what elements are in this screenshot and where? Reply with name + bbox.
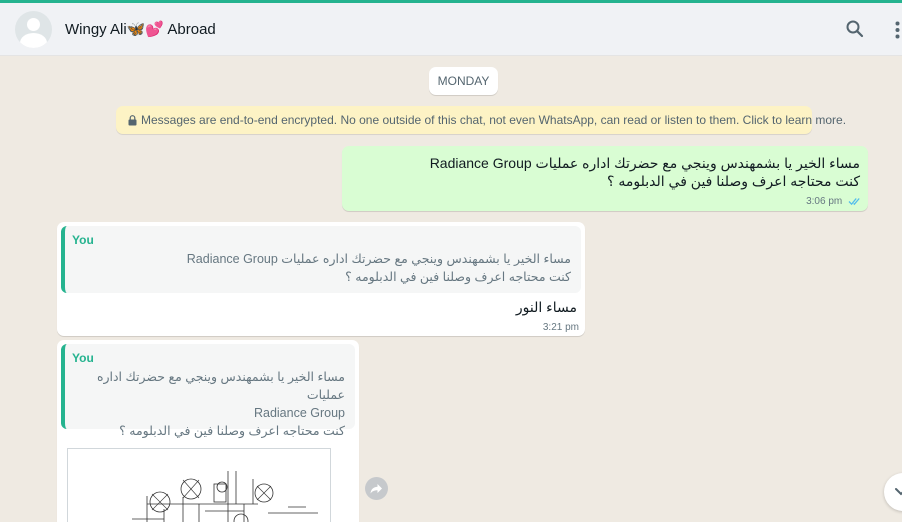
contact-name[interactable]: Wingy Ali🦋💕 Abroad (65, 20, 216, 38)
quote-text: مساء الخير يا بشمهندس وينجي مع حضرتك ادا… (96, 370, 345, 438)
message-bubble-incoming-image[interactable]: You مساء الخير يا بشمهندس وينجي مع حضرتك… (57, 340, 359, 522)
forward-arrow-icon (370, 484, 382, 494)
quote-author: You (72, 233, 94, 247)
double-check-read-icon (848, 197, 860, 206)
floor-plan-drawing (132, 471, 318, 522)
message-text: مساء الخير يا بشمهندس وينجي مع حضرتك ادا… (429, 155, 860, 189)
chevron-down-icon (895, 488, 902, 496)
avatar-placeholder-head (27, 18, 40, 31)
message-time: 3:06 pm (806, 196, 843, 207)
quote-text: مساء الخير يا بشمهندس وينجي مع حضرتك ادا… (186, 252, 571, 284)
avatar-placeholder-body (20, 33, 47, 48)
message-meta: 3:06 pm (806, 196, 862, 207)
encryption-notice[interactable]: Messages are end-to-end encrypted. No on… (116, 106, 846, 134)
forward-button[interactable] (365, 477, 388, 500)
message-text: مساء النور (515, 299, 577, 315)
contact-avatar[interactable] (15, 11, 52, 48)
date-divider: MONDAY (429, 67, 498, 95)
search-icon[interactable] (845, 19, 865, 39)
quoted-message[interactable]: You مساء الخير يا بشمهندس وينجي مع حضرتك… (61, 344, 355, 438)
encryption-notice-text: Messages are end-to-end encrypted. No on… (141, 113, 847, 127)
quote-author: You (72, 351, 94, 365)
message-bubble-incoming[interactable]: You مساء الخير يا بشمهندس وينجي مع حضرتك… (57, 222, 585, 336)
message-time: 3:21 pm (542, 322, 579, 333)
message-bubble-outgoing[interactable]: مساء الخير يا بشمهندس وينجي مع حضرتك ادا… (342, 146, 868, 211)
menu-kebab-icon[interactable] (893, 21, 902, 39)
architectural-drawing-image[interactable] (67, 448, 331, 522)
conversation-panel[interactable]: MONDAY Messages are end-to-end encrypted… (0, 57, 902, 522)
chat-header: Wingy Ali🦋💕 Abroad (0, 3, 902, 56)
scroll-to-bottom-button[interactable] (884, 473, 902, 511)
lock-icon (128, 115, 137, 126)
quoted-message[interactable]: You مساء الخير يا بشمهندس وينجي مع حضرتك… (61, 226, 581, 293)
